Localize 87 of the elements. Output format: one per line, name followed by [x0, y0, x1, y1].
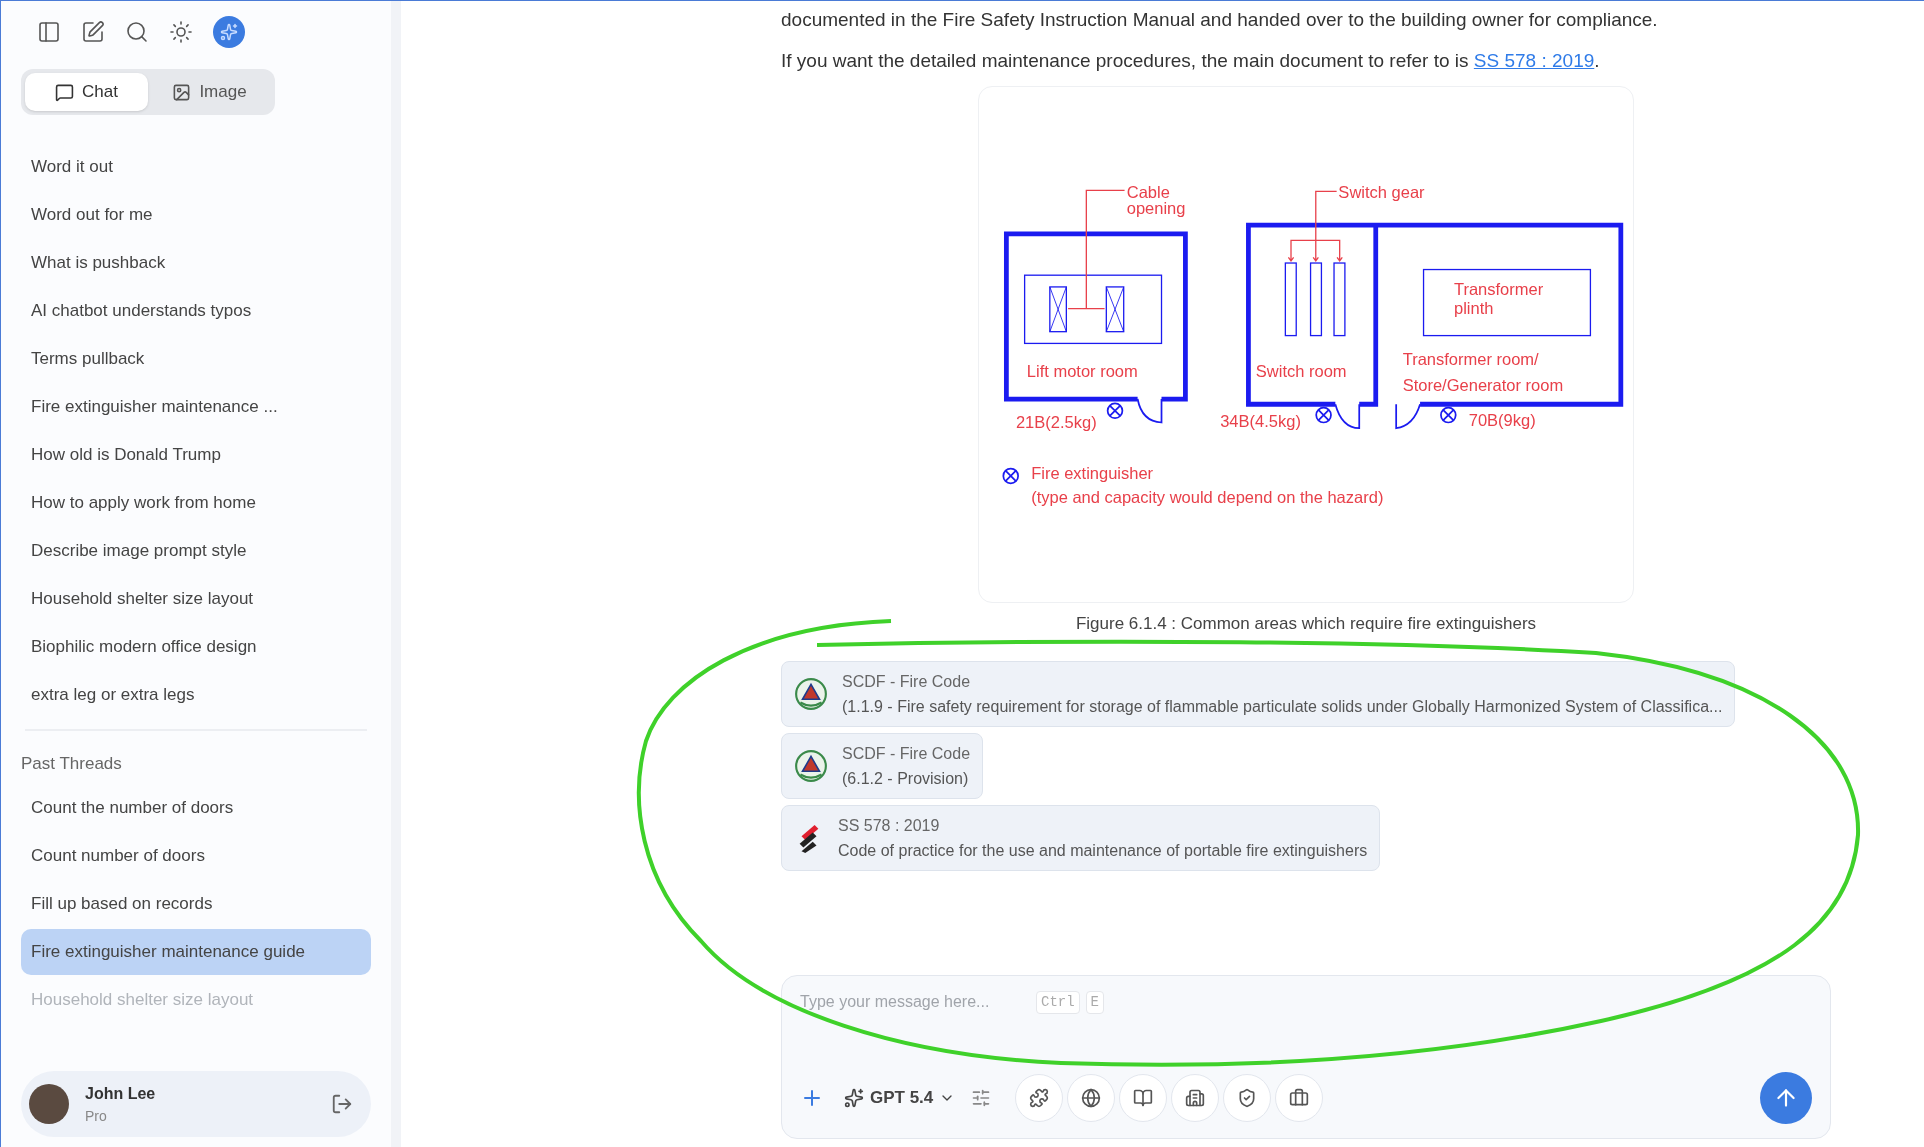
image-icon	[172, 82, 192, 102]
extinguisher-symbol-icon	[1440, 406, 1457, 424]
thread-item[interactable]: Fill up based on records	[21, 880, 371, 927]
figure-label: Store/Generator room	[1402, 376, 1564, 395]
thread-item[interactable]: Count the number of doors	[21, 784, 371, 831]
tool-button[interactable]	[1171, 1074, 1220, 1122]
avatar	[29, 1084, 69, 1124]
chat-history-item[interactable]: How old is Donald Trump	[21, 431, 371, 479]
figure-caption: Figure 6.1.4 : Common areas which require fire extinguishers	[1075, 613, 1537, 635]
tool-button[interactable]	[1119, 1074, 1168, 1122]
building-icon	[1185, 1088, 1206, 1108]
shortcut-key: E	[1085, 990, 1104, 1014]
tool-button[interactable]	[1067, 1074, 1116, 1122]
figure-label: Switch room	[1255, 362, 1347, 381]
chat-bubble-icon	[55, 82, 75, 102]
chat-history-item[interactable]: Biophilic modern office design	[21, 623, 371, 671]
figure-label: Cable	[1126, 182, 1170, 201]
extinguisher-symbol-icon	[1315, 406, 1332, 424]
extinguisher-symbol-icon	[1002, 467, 1019, 485]
answer-paragraph: If you want the detailed maintenance procedures, the main document to refer to is SS 578 : 2019.	[781, 49, 1601, 73]
door-swing	[1136, 398, 1163, 424]
mode-tab[interactable]: Image	[148, 73, 271, 111]
model-logo-icon	[844, 1088, 864, 1108]
figure-label: plinth	[1453, 298, 1494, 317]
sparkle-icon	[220, 23, 238, 41]
app-logo-icon[interactable]	[213, 16, 245, 48]
user-card[interactable]: John Lee Pro	[21, 1071, 371, 1137]
book-icon	[1133, 1088, 1154, 1108]
search-icon[interactable]	[125, 20, 149, 44]
figure-label: Switch gear	[1338, 182, 1425, 201]
chat-history-item[interactable]: Household shelter size layout	[21, 575, 371, 623]
source-title: SS 578 : 2019	[838, 815, 941, 836]
figure-label: Transformer	[1453, 279, 1544, 298]
chat-history-item[interactable]: Word it out	[21, 143, 371, 191]
chat-history-item[interactable]: extra leg or extra legs	[21, 671, 371, 719]
chat-history-item[interactable]: How to apply work from home	[21, 479, 371, 527]
puzzle-icon	[1029, 1088, 1050, 1108]
tool-button[interactable]	[1223, 1074, 1272, 1122]
emblem-icon	[794, 676, 828, 711]
emblem-icon	[794, 748, 828, 783]
section-heading: Past Threads	[21, 753, 123, 775]
source-card[interactable]: SCDF - Fire Code (6.1.2 - Provision)	[781, 732, 984, 799]
globe-icon	[1081, 1088, 1102, 1108]
chat-history-item[interactable]: Terms pullback	[21, 335, 371, 383]
source-detail: (1.1.9 - Fire safety requirement for storage of flammable particulate solids under Globally Harmonized System of Classifica...	[842, 696, 1723, 717]
settings-sliders-icon[interactable]	[971, 1088, 992, 1108]
model-selector[interactable]: GPT 5.4	[844, 1085, 956, 1111]
document-link[interactable]: SS 578 : 2019	[1473, 50, 1595, 71]
sidebar-toggle-icon[interactable]	[37, 20, 61, 44]
figure-label: Fire extinguisher	[1031, 464, 1154, 483]
shortcut-key: Ctrl	[1036, 990, 1080, 1014]
thread-item[interactable]: Fire extinguisher maintenance guide	[21, 928, 371, 975]
chat-history-item[interactable]: AI chatbot understands typos	[21, 287, 371, 335]
user-name: John Lee	[85, 1083, 157, 1104]
extinguisher-symbol-icon	[1106, 402, 1124, 420]
figure-label: opening	[1126, 198, 1186, 217]
chat-history-item[interactable]: Fire extinguisher maintenance ...	[21, 383, 371, 431]
door-swing	[1334, 403, 1361, 429]
shield-icon	[1237, 1088, 1258, 1108]
thread-item[interactable]: Count number of doors	[21, 832, 371, 879]
figure-label: 70B(9kg)	[1468, 411, 1536, 429]
figure-label: Lift motor room	[1026, 362, 1138, 381]
message-input[interactable]: Type your message here...	[800, 990, 1030, 1014]
source-card[interactable]: SCDF - Fire Code (1.1.9 - Fire safety requirement for storage of flammable particulate solids under Globally Harmonized System of Classifica...	[781, 660, 1736, 727]
mode-tab[interactable]: Chat	[25, 73, 148, 111]
source-detail: Code of practice for the use and maintenance of portable fire extinguishers	[838, 840, 1368, 861]
door-swing	[1395, 403, 1421, 429]
new-chat-icon[interactable]	[81, 20, 105, 44]
logout-icon[interactable]	[331, 1093, 353, 1115]
user-plan: Pro	[85, 1106, 108, 1126]
figure-label: Transformer room/	[1402, 350, 1539, 369]
figure-label: (type and capacity would depend on the hazard)	[1031, 488, 1384, 507]
briefcase-icon	[1289, 1088, 1310, 1108]
source-detail: (6.1.2 - Provision)	[842, 768, 970, 789]
chat-history-item[interactable]: Word out for me	[21, 191, 371, 239]
tool-button[interactable]	[1015, 1074, 1064, 1122]
chat-history-item[interactable]: What is pushback	[21, 239, 371, 287]
tool-button[interactable]	[1275, 1074, 1324, 1122]
figure-label: 21B(2.5kg)	[1015, 413, 1097, 432]
figure-label: 34B(4.5kg)	[1220, 411, 1301, 430]
source-title: SCDF - Fire Code	[842, 743, 971, 764]
answer-paragraph: documented in the Fire Safety Instruction Manual and handed over to the building owner for compliance.	[781, 8, 1659, 32]
source-card[interactable]: SS 578 : 2019 Code of practice for the use and maintenance of portable fire extinguishers	[781, 804, 1381, 871]
source-title: SCDF - Fire Code	[842, 671, 972, 692]
sun-icon[interactable]	[169, 20, 193, 44]
send-button[interactable]	[1760, 1072, 1812, 1124]
chat-history-item[interactable]: Describe image prompt style	[21, 527, 371, 575]
